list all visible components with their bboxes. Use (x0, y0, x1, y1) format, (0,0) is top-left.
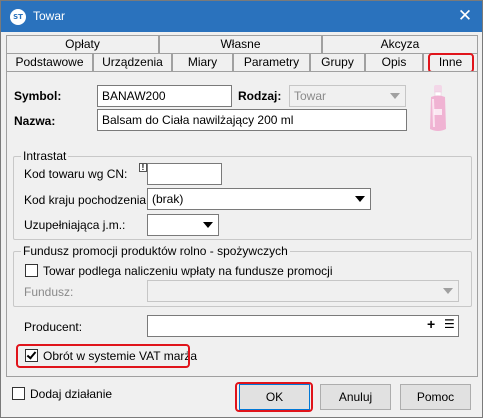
chevron-down-icon (390, 93, 400, 99)
intrastat-title: Intrastat (21, 149, 69, 163)
chevron-down-icon (355, 196, 365, 202)
chevron-down-icon (443, 288, 453, 294)
rodzaj-value: Towar (294, 89, 327, 103)
nazwa-input[interactable]: Balsam do Ciała nawilżający 200 ml (97, 109, 407, 131)
title-bar[interactable]: ST Towar ✕ (1, 1, 482, 32)
nazwa-label: Nazwa: (14, 114, 56, 128)
producent-input[interactable] (147, 315, 459, 337)
anuluj-button[interactable]: Anuluj (320, 384, 391, 410)
symbol-input[interactable]: BANAW200 (97, 85, 232, 107)
dodaj-dzialanie-checkbox[interactable] (12, 387, 25, 400)
vat-marza-checkbox[interactable] (25, 349, 38, 362)
add-icon[interactable]: + (427, 316, 435, 332)
vat-marza-label[interactable]: Obrót w systemie VAT marża (43, 349, 197, 363)
tab-opis[interactable]: Opis (365, 53, 423, 71)
list-icon[interactable]: ☰ (444, 317, 455, 331)
checkmark-icon (26, 349, 37, 360)
info-icon: ! (139, 163, 147, 172)
tab-grupy[interactable]: Grupy (310, 53, 365, 71)
product-image[interactable] (426, 85, 450, 133)
tab-akcyza[interactable]: Akcyza (322, 35, 478, 53)
pomoc-button[interactable]: Pomoc (400, 384, 471, 410)
rodzaj-label: Rodzaj: (238, 89, 282, 103)
ok-button[interactable]: OK (239, 384, 310, 410)
tab-podstawowe[interactable]: Podstawowe (6, 53, 93, 71)
rodzaj-select: Towar (289, 85, 406, 107)
producent-label: Producent: (24, 320, 83, 334)
jm-label: Uzupełniająca j.m.: (24, 218, 126, 232)
tab-wlasne[interactable]: Własne (159, 35, 322, 53)
dodaj-dzialanie-label[interactable]: Dodaj działanie (30, 387, 112, 401)
window-title: Towar (33, 9, 66, 23)
tab-urzadzenia[interactable]: Urządzenia (93, 53, 172, 71)
fundusz-checkbox[interactable] (25, 264, 38, 277)
jm-select[interactable] (147, 214, 219, 236)
fundusz-title: Fundusz promocji produktów rolno - spoży… (21, 244, 290, 258)
kod-cn-input[interactable] (147, 163, 222, 185)
tab-miary[interactable]: Miary (172, 53, 233, 71)
chevron-down-icon (203, 222, 213, 228)
kod-cn-label: Kod towaru wg CN: (24, 167, 128, 181)
kod-kraju-value: (brak) (152, 192, 184, 206)
fundusz-label: Fundusz: (24, 285, 74, 299)
kod-kraju-label: Kod kraju pochodzenia: (24, 193, 150, 207)
tab-parametry[interactable]: Parametry (233, 53, 310, 71)
app-logo-icon: ST (10, 9, 26, 25)
symbol-label: Symbol: (14, 89, 62, 103)
tab-oplaty[interactable]: Opłaty (6, 35, 159, 53)
close-button[interactable]: ✕ (448, 1, 482, 32)
fundusz-checkbox-label[interactable]: Towar podlega naliczeniu wpłaty na fundu… (43, 264, 333, 278)
kod-kraju-select[interactable]: (brak) (147, 188, 371, 210)
tab-inne[interactable]: Inne (423, 53, 478, 71)
towar-dialog: ST Towar ✕ Opłaty Własne Akcyza Podstawo… (0, 0, 483, 418)
fundusz-select (147, 280, 459, 302)
